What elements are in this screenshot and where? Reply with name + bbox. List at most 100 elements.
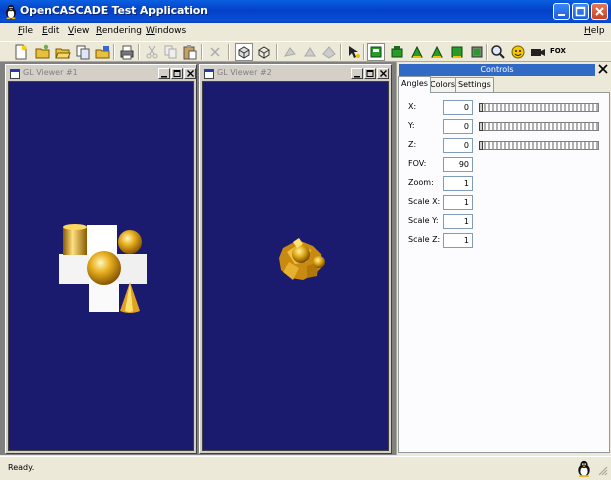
menu-windows[interactable]: Windows	[146, 26, 186, 36]
angles-tab-panel: X: 0 Y: 0 Z: 0 FOV: 90 Zoom: 1 Scale X: …	[398, 92, 610, 453]
green-box-2-icon[interactable]	[389, 44, 405, 60]
cut-icon[interactable]	[144, 44, 160, 60]
viewer-maximize-button[interactable]	[364, 68, 376, 79]
toolbar-separator	[201, 44, 203, 60]
save-icon[interactable]	[95, 44, 111, 60]
x-slider[interactable]	[479, 103, 599, 112]
gray-shape-2-icon[interactable]	[302, 44, 318, 60]
scale-y-field[interactable]: 1	[443, 214, 473, 229]
slider-thumb[interactable]	[479, 141, 483, 150]
viewer-maximize-button[interactable]	[171, 68, 183, 79]
menu-view-label: iew	[73, 26, 90, 36]
slider-thumb[interactable]	[479, 103, 483, 112]
tab-angles[interactable]: Angles	[398, 76, 431, 93]
gl-viewer-1[interactable]: GL Viewer #1	[5, 64, 197, 454]
menu-bar: File Edit View Rendering Windows Help	[0, 23, 611, 41]
fov-label: FOV:	[408, 159, 427, 168]
toolbar-separator	[363, 44, 365, 60]
paste-icon[interactable]	[182, 44, 198, 60]
menu-help-accel: H	[584, 26, 591, 36]
scene-3d-shapes	[59, 224, 147, 313]
scale-x-field[interactable]: 1	[443, 195, 473, 210]
scale-z-field[interactable]: 1	[443, 233, 473, 248]
new-icon[interactable]	[13, 44, 29, 60]
menu-file-label: ile	[22, 26, 34, 36]
menu-help-label: elp	[590, 26, 605, 36]
copy-files-icon[interactable]	[75, 44, 91, 60]
green-box-4-icon[interactable]	[429, 44, 445, 60]
status-bar: Ready.	[0, 456, 611, 480]
tab-settings[interactable]: Settings	[455, 77, 494, 92]
wireframe-mode-icon[interactable]	[256, 44, 272, 60]
y-slider[interactable]	[479, 122, 599, 131]
controls-title: Controls	[399, 64, 595, 76]
scale-y-label: Scale Y:	[408, 216, 439, 225]
status-text: Ready.	[8, 463, 35, 472]
viewer-close-button[interactable]	[184, 68, 196, 79]
menu-rendering[interactable]: Rendering	[96, 26, 142, 36]
window-title: OpenCASCADE Test Application	[20, 4, 208, 17]
camera-icon[interactable]	[530, 44, 546, 60]
tab-colors[interactable]: Colors	[427, 77, 459, 92]
gray-shape-3-icon[interactable]	[321, 44, 337, 60]
minimize-button[interactable]	[553, 3, 570, 20]
maximize-button[interactable]	[572, 3, 589, 20]
zoom-label: Zoom:	[408, 178, 434, 187]
gray-shape-1-icon[interactable]	[283, 44, 299, 60]
copy-icon[interactable]	[163, 44, 179, 60]
menu-rendering-label: endering	[101, 26, 142, 36]
close-icon[interactable]	[597, 63, 609, 75]
maximize-icon	[173, 70, 181, 77]
menu-view[interactable]: View	[68, 26, 89, 36]
gl-viewer-2[interactable]: GL Viewer #2	[199, 64, 392, 454]
z-slider[interactable]	[479, 141, 599, 150]
green-box-1-icon[interactable]	[367, 43, 385, 61]
slider-thumb[interactable]	[479, 122, 483, 131]
title-bar[interactable]: OpenCASCADE Test Application	[0, 0, 611, 23]
green-box-5-icon[interactable]	[449, 44, 465, 60]
print-icon[interactable]	[119, 44, 135, 60]
fov-field[interactable]: 90	[443, 157, 473, 172]
z-label: Z:	[408, 140, 417, 149]
zoom-icon[interactable]	[490, 44, 506, 60]
scale-x-label: Scale X:	[408, 197, 441, 206]
close-button[interactable]	[591, 3, 608, 20]
minimize-icon	[161, 76, 167, 78]
delete-icon[interactable]	[207, 44, 223, 60]
open-folder-icon[interactable]	[55, 44, 71, 60]
fox-label: FOX	[550, 47, 566, 55]
menu-edit[interactable]: Edit	[42, 26, 59, 36]
menu-help[interactable]: Help	[584, 26, 605, 36]
smiley-icon[interactable]	[510, 44, 526, 60]
viewport-canvas[interactable]	[8, 81, 194, 451]
application-window: OpenCASCADE Test Application File Edit V…	[0, 0, 611, 480]
resize-grip-icon[interactable]	[598, 466, 608, 476]
viewer-minimize-button[interactable]	[158, 68, 170, 79]
viewer-title-bar[interactable]: GL Viewer #2	[201, 66, 390, 81]
close-icon	[595, 7, 604, 16]
y-field[interactable]: 0	[443, 119, 473, 134]
maximize-icon	[575, 6, 586, 17]
close-icon	[187, 70, 194, 77]
controls-panel: Controls Angles Colors Settings X: 0 Y: …	[396, 62, 611, 455]
zoom-field[interactable]: 1	[443, 176, 473, 191]
green-box-3-icon[interactable]	[409, 44, 425, 60]
z-field[interactable]: 0	[443, 138, 473, 153]
shaded-mode-icon[interactable]	[235, 43, 253, 61]
viewer-title-bar[interactable]: GL Viewer #1	[7, 66, 196, 81]
green-box-6-icon[interactable]	[469, 44, 485, 60]
maximize-icon	[366, 70, 374, 77]
window-icon	[204, 69, 214, 79]
minimize-icon	[558, 14, 565, 16]
penguin-icon	[6, 4, 16, 19]
viewer-minimize-button[interactable]	[351, 68, 363, 79]
toolbar-separator	[486, 44, 488, 60]
viewer-close-button[interactable]	[377, 68, 389, 79]
x-field[interactable]: 0	[443, 100, 473, 115]
menu-file[interactable]: File	[18, 26, 33, 36]
scene-3d-shapes	[279, 238, 325, 280]
viewport-canvas[interactable]	[202, 81, 389, 451]
open-icon[interactable]	[35, 44, 51, 60]
menu-windows-label: indows	[154, 26, 187, 36]
pointer-tool-icon[interactable]	[346, 44, 362, 60]
